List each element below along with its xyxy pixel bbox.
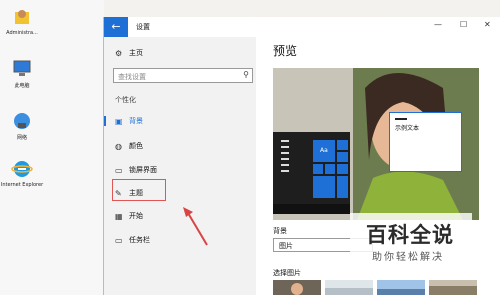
network-icon [11, 110, 33, 132]
sidebar-item-label: 主页 [129, 49, 143, 57]
computer-icon [11, 58, 33, 80]
sidebar-item-label: 锁屏界面 [129, 166, 157, 174]
palette-icon: ◍ [115, 141, 122, 151]
desktop-icon-area: Administra... 此电脑 网络 Internet Explorer [0, 0, 104, 295]
taskbar-icon: ▭ [115, 235, 123, 245]
picture-icon: ▣ [115, 116, 123, 126]
sidebar-item-home[interactable]: ⚙ 主页 [115, 46, 143, 60]
desktop-icon-network[interactable]: 网络 [0, 110, 44, 141]
tile-text: Aa [320, 147, 328, 154]
selection-indicator [104, 116, 106, 126]
sample-text: 示例文本 [395, 125, 420, 132]
search-placeholder: 查找设置 [118, 73, 146, 81]
sample-titlebar-line [395, 118, 407, 120]
sidebar-item-lock-screen[interactable]: ▭ 锁屏界面 [115, 163, 157, 177]
sidebar-item-label: 任务栏 [129, 236, 150, 244]
desktop-icon-label: 此电脑 [14, 83, 30, 89]
desktop-icon-label: Internet Explorer [0, 182, 44, 188]
sidebar-item-background[interactable]: ▣ 背景 [104, 114, 143, 128]
picture-thumbnail[interactable] [325, 280, 373, 295]
back-button[interactable]: ← [104, 17, 128, 37]
picture-thumbnail[interactable] [429, 280, 477, 295]
section-label-personalization: 个性化 [115, 96, 136, 104]
sidebar-item-label: 开始 [129, 212, 143, 220]
sidebar-item-label: 背景 [129, 117, 143, 125]
desktop-icon-label: 网络 [16, 135, 27, 141]
gear-icon: ⚙ [115, 48, 123, 58]
window-title: 设置 [136, 23, 150, 31]
sample-window: 示例文本 [389, 112, 462, 172]
picture-thumbnail[interactable] [273, 280, 321, 295]
themes-highlight-box [112, 179, 166, 201]
sidebar-item-taskbar[interactable]: ▭ 任务栏 [115, 233, 150, 247]
close-button[interactable]: ✕ [484, 20, 491, 29]
maximize-button[interactable]: ☐ [460, 20, 467, 29]
desktop-icon-internet-explorer[interactable]: Internet Explorer [0, 158, 44, 188]
desktop-icon-label: Administra... [6, 30, 38, 36]
picture-thumbnail[interactable] [377, 280, 425, 295]
start-icon: ▦ [115, 211, 123, 221]
choose-picture-label: 选择图片 [273, 269, 301, 277]
lock-screen-icon: ▭ [115, 165, 123, 175]
user-folder-icon [11, 6, 33, 28]
sidebar-item-label: 颜色 [129, 142, 143, 150]
watermark-subtitle: 助你轻松解决 [372, 252, 444, 263]
background-preview: Aa 示例文本 [273, 68, 479, 220]
desktop-icon-this-pc[interactable]: 此电脑 [0, 58, 44, 89]
annotation-arrow [183, 207, 208, 246]
preview-title: 预览 [273, 44, 298, 58]
background-type-value: 图片 [279, 242, 293, 250]
tile-grid [273, 140, 350, 214]
start-menu-preview: Aa [273, 132, 350, 214]
background-label: 背景 [273, 227, 287, 235]
search-icon: ⚲ [243, 70, 249, 79]
desktop-icon-administrator[interactable]: Administra... [0, 6, 44, 36]
sidebar-item-start[interactable]: ▦ 开始 [115, 209, 143, 223]
search-input[interactable]: 查找设置 ⚲ [113, 68, 253, 83]
internet-explorer-icon [11, 158, 33, 180]
watermark-title: 百科全说 [366, 223, 454, 247]
minimize-button[interactable]: — [434, 20, 442, 29]
sidebar-item-colors[interactable]: ◍ 颜色 [115, 139, 143, 153]
title-bar: ← 设置 — ☐ ✕ [104, 17, 500, 37]
